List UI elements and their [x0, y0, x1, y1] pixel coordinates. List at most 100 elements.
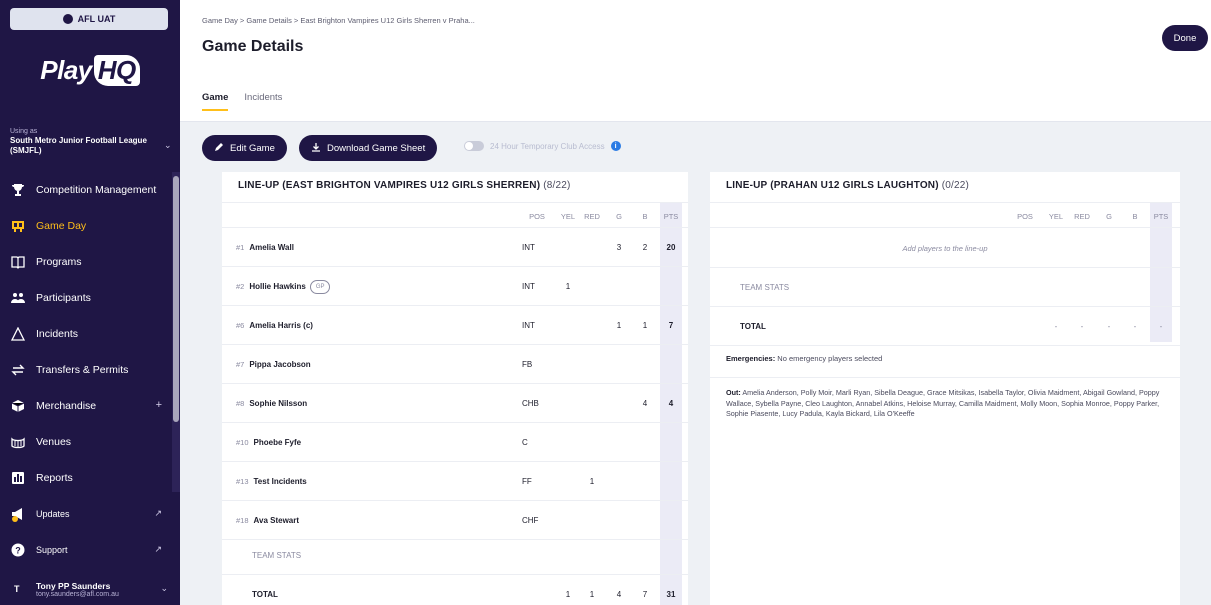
- table-row[interactable]: #10 Phoebe Fyfe C: [222, 423, 688, 462]
- player-name[interactable]: Pippa Jacobson: [249, 360, 310, 369]
- tab-game[interactable]: Game: [202, 92, 229, 111]
- player-number: #8: [236, 399, 245, 408]
- sidebar-item-label: Competition Management: [36, 184, 157, 196]
- table-row[interactable]: #8 Sophie Nilsson CHB 4 4: [222, 384, 688, 423]
- player-pts: [660, 345, 682, 384]
- sidebar-item-label: Venues: [36, 436, 72, 448]
- book-icon: [10, 254, 26, 270]
- add-players-hint[interactable]: Add players to the line-up: [710, 230, 1180, 268]
- player-name-cell: #7 Pippa Jacobson: [236, 345, 311, 384]
- table-row[interactable]: #18 Ava Stewart CHF: [222, 501, 688, 540]
- sidebar-item-participants[interactable]: Participants: [0, 280, 172, 316]
- emergencies-label: Emergencies:: [726, 354, 776, 363]
- player-b: 1: [642, 321, 648, 330]
- temporary-access-toggle[interactable]: [464, 141, 484, 151]
- download-game-sheet-button[interactable]: Download Game Sheet: [299, 135, 438, 161]
- sidebar-item-merchandise[interactable]: Merchandise +: [0, 388, 172, 424]
- tab-incidents[interactable]: Incidents: [244, 92, 282, 111]
- sidebar-item-competition-management[interactable]: Competition Management: [0, 172, 172, 208]
- player-g: [610, 501, 628, 540]
- table-row[interactable]: #6 Amelia Harris (c) INT 1 1 7: [222, 306, 688, 345]
- player-name[interactable]: Amelia Wall: [249, 243, 294, 252]
- total-yel: -: [1054, 322, 1058, 331]
- using-as-label: Using as: [10, 128, 38, 135]
- box-icon: [10, 398, 26, 414]
- player-name-cell: #18 Ava Stewart: [236, 501, 299, 540]
- trophy-icon: [10, 182, 26, 198]
- home-lineup-title: LINE-UP (EAST BRIGHTON VAMPIRES U12 GIRL…: [238, 180, 571, 191]
- expand-plus-icon[interactable]: +: [156, 399, 162, 411]
- player-yel: [556, 306, 580, 345]
- breadcrumb[interactable]: Game Day > Game Details > East Brighton …: [202, 16, 475, 25]
- player-pts: [660, 462, 682, 501]
- table-row[interactable]: #1 Amelia Wall INT 3 2 20: [222, 228, 688, 267]
- player-name[interactable]: Ava Stewart: [254, 516, 300, 525]
- home-lineup-count: (8/22): [543, 180, 571, 191]
- player-pos: CHB: [522, 399, 539, 408]
- player-name[interactable]: Phoebe Fyfe: [254, 438, 302, 447]
- report-icon: [10, 470, 26, 486]
- total-b: -: [1133, 322, 1137, 331]
- sidebar-item-incidents[interactable]: Incidents: [0, 316, 172, 352]
- player-name[interactable]: Amelia Harris (c): [249, 321, 313, 330]
- sidebar-item-label: Programs: [36, 256, 82, 268]
- sidebar-scrollbar-thumb[interactable]: [173, 176, 179, 422]
- sidebar-item-reports[interactable]: Reports: [0, 460, 172, 496]
- playhq-logo[interactable]: Play HQ: [0, 55, 180, 86]
- col-pts-header: PTS: [663, 211, 679, 221]
- player-red: [580, 306, 604, 345]
- away-lineup-count: (0/22): [941, 180, 970, 191]
- player-number: #18: [236, 516, 249, 525]
- player-number: #10: [236, 438, 249, 447]
- table-row[interactable]: #2 Hollie Hawkins GP INT 1: [222, 267, 688, 306]
- svg-text:?: ?: [15, 546, 21, 556]
- megaphone-icon: [10, 506, 26, 522]
- user-email: tony.saunders@afl.com.au: [36, 590, 119, 598]
- away-total-row: TOTAL - - - - -: [710, 307, 1180, 346]
- sidebar-item-label: Reports: [36, 472, 73, 484]
- table-row[interactable]: #13 Test Incidents FF 1: [222, 462, 688, 501]
- col-red-header: RED: [584, 211, 600, 221]
- total-label: TOTAL: [252, 590, 278, 599]
- sidebar-item-programs[interactable]: Programs: [0, 244, 172, 280]
- player-number: #13: [236, 477, 249, 486]
- home-table-header: POS YEL RED G B PTS: [222, 202, 688, 228]
- warning-icon: [10, 326, 26, 342]
- info-icon[interactable]: i: [610, 141, 621, 151]
- user-name: Tony PP Saunders: [36, 580, 111, 591]
- table-row[interactable]: #7 Pippa Jacobson FB: [222, 345, 688, 384]
- sidebar-item-game-day[interactable]: Game Day: [0, 208, 172, 244]
- player-pts: 4: [668, 399, 674, 408]
- sidebar-item-updates[interactable]: Updates ↗: [0, 496, 172, 532]
- sidebar-item-label: Game Day: [36, 220, 87, 232]
- player-b: [636, 462, 654, 501]
- player-yel: [556, 423, 580, 462]
- player-red: [580, 384, 604, 423]
- organisation-selector[interactable]: South Metro Junior Football League (SMJF…: [10, 136, 160, 156]
- col-b-header: B: [642, 211, 648, 221]
- col-pos-header: POS: [1017, 211, 1033, 221]
- player-g: 3: [616, 243, 622, 252]
- user-menu[interactable]: T Tony PP Saunders tony.saunders@afl.com…: [0, 573, 180, 605]
- col-pos-header: POS: [529, 211, 545, 221]
- sidebar-item-support[interactable]: ? Support ↗: [0, 532, 172, 568]
- player-name[interactable]: Hollie Hawkins: [249, 282, 305, 291]
- chevron-down-icon[interactable]: ⌄: [160, 583, 168, 594]
- scoreboard-icon: [10, 218, 26, 234]
- sidebar-item-transfers-permits[interactable]: Transfers & Permits: [0, 352, 172, 388]
- sidebar-item-venues[interactable]: Venues: [0, 424, 172, 460]
- people-icon: [10, 290, 26, 306]
- col-b-header: B: [1132, 211, 1138, 221]
- external-link-icon: ↗: [154, 544, 162, 554]
- avatar: T: [14, 584, 20, 594]
- page-title: Game Details: [202, 38, 304, 55]
- edit-game-button[interactable]: Edit Game: [202, 135, 287, 161]
- total-g: 4: [616, 590, 622, 599]
- player-b: 4: [642, 399, 648, 408]
- done-button[interactable]: Done: [1162, 25, 1208, 51]
- player-name[interactable]: Test Incidents: [254, 477, 307, 486]
- chevron-down-icon[interactable]: ⌄: [164, 140, 172, 151]
- player-name[interactable]: Sophie Nilsson: [249, 399, 307, 408]
- away-table-header: POS YEL RED G B PTS: [710, 202, 1180, 228]
- out-label: Out:: [726, 388, 741, 397]
